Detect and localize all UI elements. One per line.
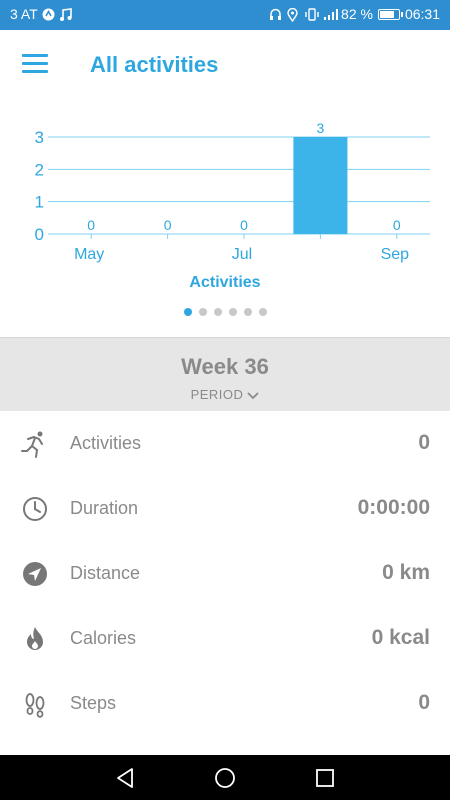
page-dot[interactable] [243, 308, 252, 316]
x-tick-label: Jul [232, 246, 252, 263]
home-circle-icon[interactable] [213, 766, 237, 790]
runner-icon [20, 429, 50, 459]
music-note-icon [59, 7, 72, 21]
y-tick-label: 3 [35, 128, 44, 147]
page-dot[interactable] [183, 308, 192, 316]
back-triangle-icon[interactable] [113, 766, 137, 790]
vibrate-icon [305, 7, 319, 21]
data-label: 0 [164, 217, 172, 233]
circle-notification-icon [42, 8, 55, 21]
week-title: Week 36 [181, 354, 269, 379]
period-dropdown[interactable]: PERIOD [0, 387, 450, 402]
signal-icon [323, 8, 339, 21]
battery-percent: 82 % [341, 6, 373, 22]
y-tick-label: 1 [35, 193, 44, 212]
page-indicator [0, 308, 450, 316]
navigation-arrow-icon [20, 559, 50, 589]
x-tick-label: Sep [381, 246, 410, 263]
y-tick-label: 2 [35, 160, 44, 179]
stats-list: Activities 0 Duration 0:00:00 Distance 0… [0, 411, 450, 736]
stat-value: 0 km [382, 561, 430, 584]
page-title: All activities [90, 52, 219, 77]
chart-title: Activities [189, 274, 261, 291]
headset-icon [269, 8, 282, 21]
y-tick-label: 0 [35, 225, 44, 244]
bar-chart: 0 1 2 3 0 May 0 0 Jul 3 0 Sep [35, 120, 430, 263]
data-label: 0 [240, 217, 248, 233]
clock-time: 06:31 [404, 6, 440, 22]
page-dot[interactable] [198, 308, 207, 316]
stat-label: Distance [70, 563, 141, 583]
stat-row-duration: Duration 0:00:00 [0, 476, 450, 541]
stat-label: Duration [70, 498, 139, 518]
system-nav-bar [0, 755, 450, 800]
recents-square-icon[interactable] [313, 766, 337, 790]
footprints-icon [20, 689, 50, 719]
location-pin-icon [287, 7, 300, 22]
app-bar: All activities [0, 30, 450, 102]
bar [293, 137, 348, 234]
stat-label: Steps [70, 693, 117, 713]
stat-label: Activities [70, 433, 142, 453]
stat-row-activities: Activities 0 [0, 411, 450, 476]
page-dot[interactable] [213, 308, 222, 316]
carrier-label: 3 AT [10, 6, 38, 22]
week-header: Week 36 PERIOD [0, 337, 450, 411]
page-dot[interactable] [228, 308, 237, 316]
stat-row-calories: Calories 0 kcal [0, 606, 450, 671]
battery-icon [377, 8, 403, 20]
stat-row-distance: Distance 0 km [0, 541, 450, 606]
clock-icon [20, 494, 50, 524]
flame-icon [20, 624, 50, 654]
data-label: 3 [317, 120, 325, 136]
stat-label: Calories [70, 628, 137, 648]
period-label: PERIOD [190, 387, 244, 402]
hamburger-menu-icon[interactable] [22, 54, 48, 76]
activities-chart[interactable]: 0 1 2 3 0 May 0 0 Jul 3 0 Sep Activities [0, 102, 450, 335]
data-label: 0 [393, 217, 401, 233]
stat-value: 0:00:00 [357, 496, 430, 519]
stat-value: 0 [418, 691, 430, 714]
status-bar: 3 AT 82 % 06:31 [0, 0, 450, 30]
data-label: 0 [87, 217, 95, 233]
x-tick-label: May [74, 246, 104, 263]
stat-value: 0 kcal [371, 626, 430, 649]
chevron-down-icon [247, 391, 260, 399]
stat-row-steps: Steps 0 [0, 671, 450, 736]
page-dot[interactable] [258, 308, 267, 316]
stat-value: 0 [418, 431, 430, 454]
